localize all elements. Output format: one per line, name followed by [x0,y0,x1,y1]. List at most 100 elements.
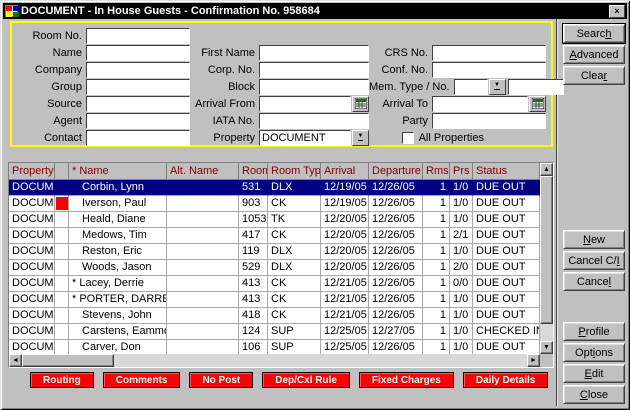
first-name-input[interactable] [259,45,369,61]
corp-no-input[interactable] [259,62,369,78]
table-row[interactable]: DOCUME* Lacey, Derrie413CK12/21/0512/26/… [9,276,540,292]
form-row: Source Arrival From Arrival To [14,95,546,112]
cell-property: DOCUME [9,228,55,244]
cell-alt_name [167,340,239,354]
cell-rms: 1 [423,292,450,308]
dep-cxl-rule-button[interactable]: Dep/Cxl Rule [262,372,350,388]
cell-departure: 12/26/05 [369,244,423,260]
table-row[interactable]: DOCUMEHeald, Diane1053TK12/20/0512/26/05… [9,212,540,228]
advanced-button[interactable]: Advanced [563,45,625,64]
arrival-from-calendar-button[interactable] [352,96,369,112]
header-flag [55,163,69,180]
cell-alt_name [167,292,239,308]
table-row[interactable]: DOCUMEStevens, John418CK12/21/0512/26/05… [9,308,540,324]
contact-input[interactable] [86,130,190,146]
edit-button[interactable]: Edit [563,364,625,383]
table-row[interactable]: DOCUMEMedows, Tim417CK12/20/0512/26/0512… [9,228,540,244]
agent-input[interactable] [86,113,190,129]
name-input[interactable] [86,45,190,61]
cell-name: * PORTER, DARREL [69,292,167,308]
conf-no-label: Conf. No. [369,64,432,76]
no-post-button[interactable]: No Post [189,372,253,388]
mem-no-input[interactable] [508,79,564,95]
cancel-button[interactable]: Cancel [563,272,625,291]
mem-type-dropdown-button[interactable]: ▼ [489,79,506,95]
cell-flag [55,308,69,324]
cell-status: DUE OUT [473,212,540,228]
cell-status: DUE OUT [473,340,540,354]
source-input[interactable] [86,96,190,112]
horizontal-scrollbar[interactable]: ◄ ► [9,354,540,367]
scroll-down-icon[interactable]: ▼ [540,341,553,354]
alert-flag [56,197,68,210]
cell-property: DOCUME [9,276,55,292]
iata-no-input[interactable] [259,113,369,129]
horizontal-scroll-thumb[interactable] [22,354,114,367]
block-input[interactable] [259,79,369,95]
scroll-right-icon[interactable]: ► [527,354,540,367]
form-row: Group Block Mem. Type / No. ▼ [14,78,546,95]
room-no-label: Room No. [14,30,86,42]
table-row[interactable]: DOCUMEReston, Eric119DLX12/20/0512/26/05… [9,244,540,260]
cancel-c-i-button[interactable]: Cancel C/I [563,251,625,270]
close-icon[interactable]: × [609,5,625,18]
arrival-from-input[interactable] [259,96,351,112]
table-row[interactable]: DOCUMECarver, Don106SUP12/25/0512/26/051… [9,340,540,354]
cell-status: DUE OUT [473,180,540,196]
calendar-icon [532,98,544,109]
cell-name: Stevens, John [69,308,167,324]
search-button[interactable]: Search [563,24,625,43]
table-grid: Property* NameAlt. NameRoomRoom TypeArri… [9,163,540,354]
cell-room: 413 [239,292,268,308]
agent-label: Agent [14,115,86,127]
cell-name: Reston, Eric [69,244,167,260]
all-properties-checkbox[interactable] [402,132,414,144]
close-button[interactable]: Close [563,385,625,404]
fixed-charges-button[interactable]: Fixed Charges [359,372,454,388]
table-row[interactable]: DOCUME* PORTER, DARREL413CK12/21/0512/26… [9,292,540,308]
cell-alt_name [167,260,239,276]
table-row[interactable]: DOCUMEWoods, Jason529DLX12/20/0512/26/05… [9,260,540,276]
daily-details-button[interactable]: Daily Details [463,372,548,388]
arrival-to-input[interactable] [432,96,528,112]
table-row[interactable]: DOCUMECorbin, Lynn531DLX12/19/0512/26/05… [9,180,540,196]
contact-label: Contact [14,132,86,144]
cell-status: DUE OUT [473,260,540,276]
new-button[interactable]: New [563,230,625,249]
arrival-to-calendar-button[interactable] [529,96,546,112]
table-row[interactable]: DOCUMEIverson, Paul903CK12/19/0512/26/05… [9,196,540,212]
routing-button[interactable]: Routing [30,372,94,388]
crs-no-input[interactable] [432,45,546,61]
comments-button[interactable]: Comments [103,372,181,388]
table-row[interactable]: DOCUMECarstens, Eammon124SUP12/25/0512/2… [9,324,540,340]
header-room_type: Room Type [268,163,321,180]
options-button[interactable]: Options [563,343,625,362]
cell-flag [55,212,69,228]
profile-button[interactable]: Profile [563,322,625,341]
party-input[interactable] [432,113,546,129]
cell-departure: 12/27/05 [369,324,423,340]
cell-room_type: TK [268,212,321,228]
conf-no-input[interactable] [432,62,546,78]
company-input[interactable] [86,62,190,78]
vertical-scrollbar[interactable]: ▲ ▼ [540,163,553,354]
scroll-left-icon[interactable]: ◄ [9,354,22,367]
scroll-up-icon[interactable]: ▲ [540,163,553,176]
group-input[interactable] [86,79,190,95]
clear-button[interactable]: Clear [563,66,625,85]
cell-alt_name [167,276,239,292]
property-dropdown-button[interactable]: ▼ [352,130,369,146]
room-no-input[interactable] [86,28,190,44]
cell-room: 1053 [239,212,268,228]
property-input[interactable] [259,130,351,146]
mem-type-input[interactable] [454,79,488,95]
cell-alt_name [167,180,239,196]
cell-rms: 1 [423,244,450,260]
scrollbar-corner [540,354,553,367]
cell-flag [55,340,69,354]
titlebar[interactable]: DOCUMENT - In House Guests - Confirmatio… [3,3,627,19]
cell-room: 106 [239,340,268,354]
vertical-scroll-thumb[interactable] [540,176,553,324]
header-name: * Name [69,163,167,180]
cell-status: DUE OUT [473,228,540,244]
